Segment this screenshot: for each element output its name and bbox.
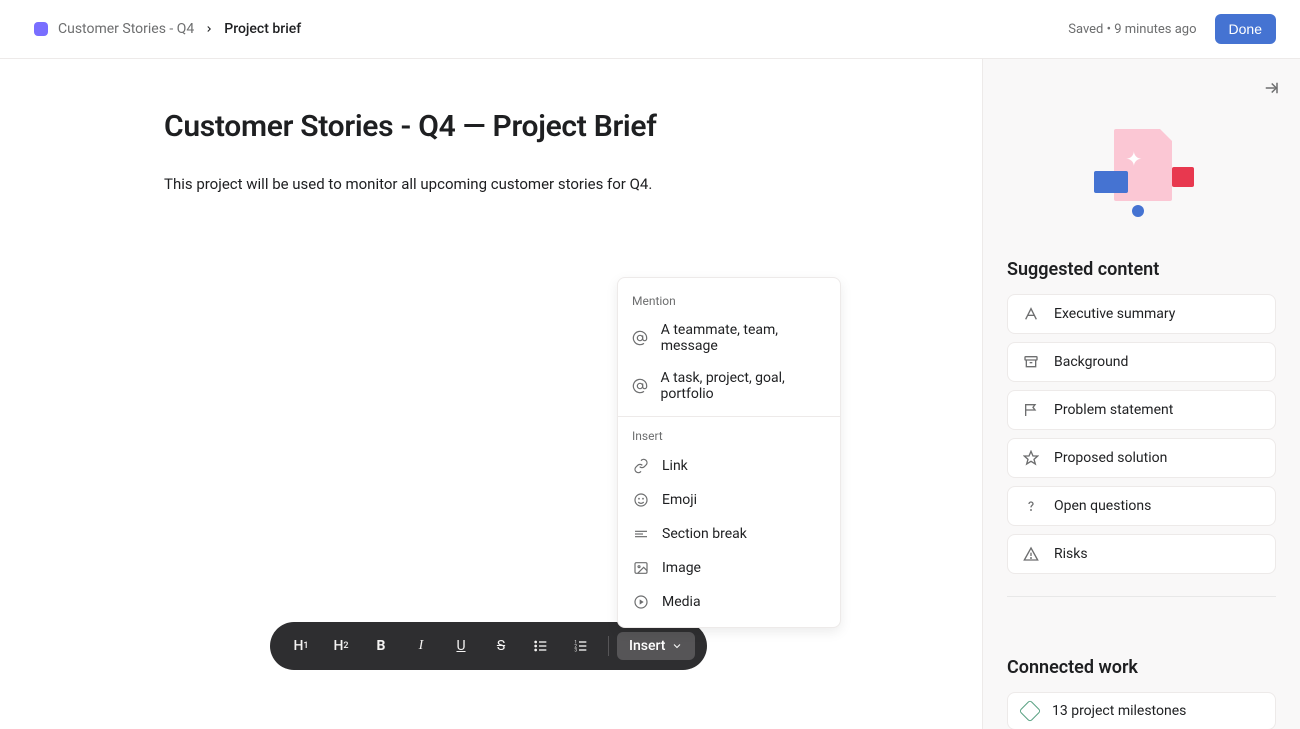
chevron-right-icon [204,24,214,34]
project-icon [34,22,48,36]
insert-button[interactable]: Insert [617,632,695,660]
suggestion-label: Risks [1054,546,1088,562]
menu-item-label: Section break [662,526,747,542]
menu-item-link[interactable]: Link [618,449,840,483]
saved-status: Saved • 9 minutes ago [1068,22,1196,37]
suggestion-label: Problem statement [1054,402,1173,418]
emoji-icon [632,491,650,509]
menu-item-image[interactable]: Image [618,551,840,585]
done-button[interactable]: Done [1215,14,1276,44]
menu-group-mention: Mention [618,288,840,314]
milestones-label: 13 project milestones [1052,703,1186,719]
menu-item-emoji[interactable]: Emoji [618,483,840,517]
menu-item-label: Image [662,560,701,576]
suggestion-background[interactable]: Background [1007,342,1276,382]
archive-icon [1022,353,1040,371]
breadcrumb-current: Project brief [224,21,301,37]
document-title[interactable]: Customer Stories - Q4 — Project Brief [164,109,882,144]
suggestion-problem-statement[interactable]: Problem statement [1007,390,1276,430]
suggestion-executive-summary[interactable]: Executive summary [1007,294,1276,334]
image-icon [632,559,650,577]
text-a-icon [1022,305,1040,323]
suggestion-label: Executive summary [1054,306,1175,322]
link-icon [632,457,650,475]
milestone-icon [1019,700,1042,723]
menu-item-label: Link [662,458,688,474]
sidebar-illustration: ✦ [1092,129,1192,219]
bullet-list-button[interactable] [522,630,560,662]
numbered-list-button[interactable]: 123 [562,630,600,662]
menu-group-insert: Insert [618,423,840,449]
menu-item-label: Emoji [662,492,697,508]
heading2-button[interactable]: H2 [322,630,360,662]
svg-text:3: 3 [574,647,577,653]
breadcrumb: Customer Stories - Q4 Project brief [34,21,301,37]
flag-icon [1022,401,1040,419]
section-break-icon [632,525,650,543]
header-right: Saved • 9 minutes ago Done [1068,14,1276,44]
suggestion-open-questions[interactable]: Open questions [1007,486,1276,526]
suggested-content-title: Suggested content [1007,259,1276,280]
header: Customer Stories - Q4 Project brief Save… [0,0,1300,59]
menu-item-section-break[interactable]: Section break [618,517,840,551]
insert-menu: Mention A teammate, team, message A task… [617,277,841,628]
suggestion-label: Proposed solution [1054,450,1167,466]
menu-item-mention-work[interactable]: A task, project, goal, portfolio [618,362,840,410]
suggestion-risks[interactable]: Risks [1007,534,1276,574]
question-icon [1022,497,1040,515]
menu-item-label: A task, project, goal, portfolio [660,370,826,402]
milestones-link[interactable]: 13 project milestones [1007,692,1276,729]
heading1-button[interactable]: H1 [282,630,320,662]
media-icon [632,593,650,611]
at-icon [632,329,649,347]
warning-icon [1022,545,1040,563]
menu-item-mention-people[interactable]: A teammate, team, message [618,314,840,362]
suggestion-proposed-solution[interactable]: Proposed solution [1007,438,1276,478]
sidebar-divider [1007,596,1276,597]
breadcrumb-parent[interactable]: Customer Stories - Q4 [58,21,194,37]
strikethrough-button[interactable]: S [482,630,520,662]
menu-item-label: A teammate, team, message [661,322,826,354]
toolbar-separator [608,636,609,656]
collapse-sidebar-icon[interactable] [1262,79,1280,97]
sidebar: ✦ Suggested content Executive summary Ba… [982,59,1300,729]
connected-work-title: Connected work [1007,657,1276,678]
document-body[interactable]: This project will be used to monitor all… [164,172,882,196]
suggestion-label: Background [1054,354,1128,370]
menu-item-label: Media [662,594,701,610]
star-icon [1022,449,1040,467]
suggestion-label: Open questions [1054,498,1151,514]
formatting-toolbar: H1 H2 B I U S 123 Insert [270,622,707,670]
chevron-down-icon [671,640,683,652]
menu-separator [618,416,840,417]
underline-button[interactable]: U [442,630,480,662]
menu-item-media[interactable]: Media [618,585,840,619]
italic-button[interactable]: I [402,630,440,662]
at-icon [632,377,648,395]
insert-button-label: Insert [629,638,665,654]
bold-button[interactable]: B [362,630,400,662]
